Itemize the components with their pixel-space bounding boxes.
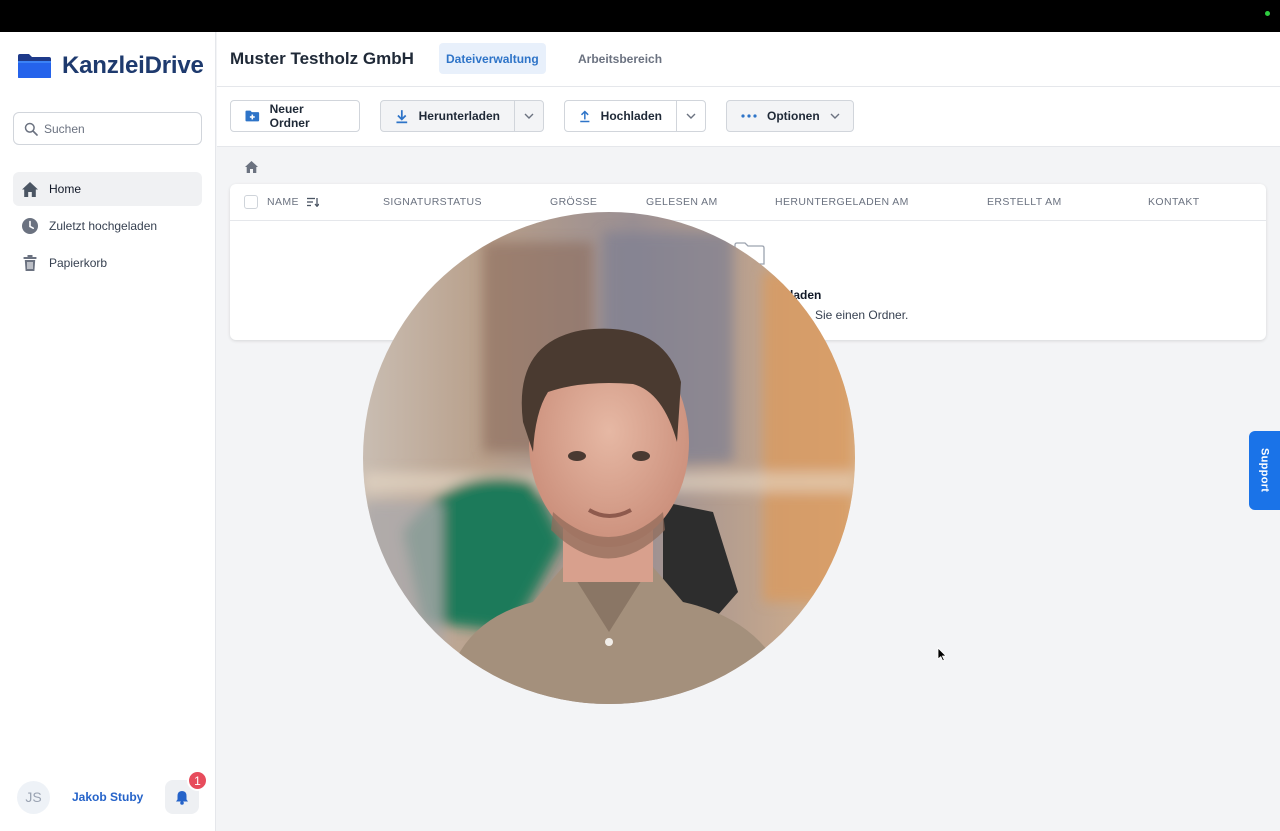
home-icon[interactable] — [244, 160, 259, 174]
upload-label: Hochladen — [600, 109, 662, 123]
tab-arbeitsbereich[interactable]: Arbeitsbereich — [571, 43, 669, 74]
user-panel: JS Jakob Stuby 1 — [17, 770, 208, 814]
sidebar-item-label: Papierkorb — [49, 256, 108, 270]
logo[interactable]: KanzleiDrive — [17, 52, 204, 80]
recording-indicator — [1265, 11, 1270, 16]
column-header-groesse[interactable]: GRÖSSE — [550, 196, 597, 208]
search-input[interactable] — [44, 121, 184, 136]
download-dropdown-button[interactable] — [514, 101, 543, 131]
app-window: KanzleiDrive Home Zuletzt hochgel — [0, 32, 1280, 831]
sort-icon[interactable] — [306, 197, 319, 207]
trash-icon — [23, 255, 37, 271]
column-header-signaturstatus[interactable]: SIGNATURSTATUS — [383, 196, 482, 208]
sidebar-item-label: Home — [49, 182, 82, 196]
upload-icon — [580, 109, 590, 122]
clock-icon — [22, 218, 38, 234]
mouse-cursor-icon — [937, 647, 947, 662]
options-button[interactable]: Optionen — [726, 100, 854, 132]
download-icon — [396, 109, 408, 123]
user-name[interactable]: Jakob Stuby — [72, 790, 143, 804]
top-header: Muster Testholz GmbH Dateiverwaltung Arb… — [217, 32, 1280, 87]
upload-dropdown-button[interactable] — [676, 101, 705, 131]
support-label: Support — [1258, 448, 1271, 493]
webcam-overlay — [363, 212, 855, 704]
chevron-down-icon — [686, 113, 696, 119]
column-header-name[interactable]: NAME — [267, 196, 319, 208]
folder-logo-icon — [18, 54, 51, 78]
column-header-gelesen-am[interactable]: GELESEN AM — [646, 196, 718, 208]
download-button[interactable]: Herunterladen — [380, 100, 544, 132]
home-icon — [22, 181, 38, 197]
search-icon — [24, 122, 38, 136]
bell-icon — [176, 790, 188, 805]
more-dots-icon — [741, 114, 757, 118]
sidebar-item-trash[interactable]: Papierkorb — [13, 246, 202, 280]
app-name: KanzleiDrive — [62, 52, 204, 79]
tab-dateiverwaltung[interactable]: Dateiverwaltung — [439, 43, 546, 74]
webcam-video-image — [363, 212, 855, 704]
download-label: Herunterladen — [418, 109, 500, 123]
avatar[interactable]: JS — [17, 780, 50, 814]
table-header: NAME SIGNATURSTATUS GRÖSSE GELESEN AM HE… — [230, 184, 1266, 221]
column-header-kontakt[interactable]: KONTAKT — [1148, 196, 1200, 208]
sidebar-nav: Home Zuletzt hochgeladen Papierkorb — [13, 172, 202, 283]
sidebar-item-label: Zuletzt hochgeladen — [49, 219, 158, 233]
sidebar-item-recent[interactable]: Zuletzt hochgeladen — [13, 209, 202, 243]
options-label: Optionen — [767, 109, 820, 123]
breadcrumb — [244, 160, 259, 179]
upload-button[interactable]: Hochladen — [564, 100, 706, 132]
column-header-erstellt-am[interactable]: ERSTELLT AM — [987, 196, 1062, 208]
sidebar-item-home[interactable]: Home — [13, 172, 202, 206]
select-all-checkbox[interactable] — [244, 195, 258, 209]
new-folder-label: Neuer Ordner — [269, 102, 310, 130]
search-box[interactable] — [13, 112, 202, 145]
new-folder-button[interactable]: Neuer Ordner — [230, 100, 360, 132]
sidebar: KanzleiDrive Home Zuletzt hochgel — [0, 32, 216, 831]
screen-top-bar — [0, 0, 1280, 32]
folder-plus-icon — [245, 110, 260, 122]
toolbar: Neuer Ordner Herunterladen Hochladen Opt… — [217, 87, 1280, 147]
column-header-heruntergeladen-am[interactable]: HERUNTERGELADEN AM — [775, 196, 909, 208]
notification-badge: 1 — [187, 770, 208, 791]
page-title: Muster Testholz GmbH — [230, 49, 414, 68]
chevron-down-icon — [830, 113, 840, 119]
empty-state-subtitle: Sie einen Ordner. — [815, 308, 909, 322]
chevron-down-icon — [524, 113, 534, 119]
support-tab[interactable]: Support — [1249, 431, 1280, 510]
